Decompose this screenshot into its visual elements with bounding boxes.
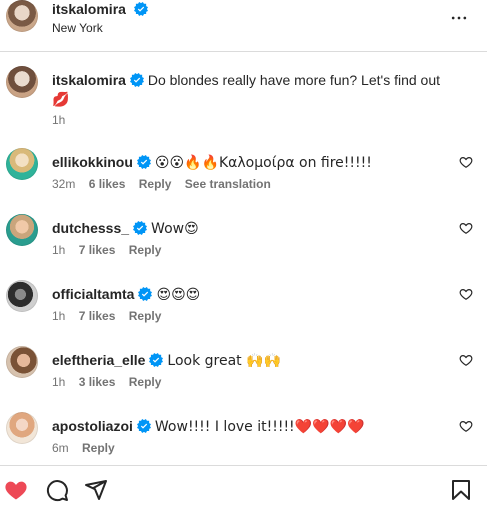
comment-text: Wow!!!! I love it!!!!!❤️❤️❤️❤️ [154, 419, 365, 435]
author-username[interactable]: itskalomira [52, 1, 148, 17]
post-action-bar [0, 465, 487, 509]
more-horizontal-icon[interactable] [449, 8, 469, 28]
paper-plane-icon[interactable] [84, 478, 108, 502]
comment-likes[interactable]: 3 likes [79, 375, 116, 389]
comment-text-block: officialtamta 😍😍😍 [52, 285, 442, 304]
post-header: itskalomira New York [0, 0, 487, 52]
like-comment-heart-icon[interactable] [459, 155, 473, 169]
comment-time[interactable]: 6m [52, 441, 69, 455]
comment-text-block: apostoliazoi Wow!!!! I love it!!!!!❤️❤️❤️… [52, 417, 442, 436]
verified-badge-icon [129, 73, 144, 87]
reply-button[interactable]: Reply [139, 177, 172, 191]
comment-text: Look great 🙌🙌 [167, 353, 281, 369]
commenter-avatar[interactable] [6, 214, 38, 246]
comment-time[interactable]: 1h [52, 243, 65, 257]
comment-item: eleftheria_elle Look great 🙌🙌 1h 3 likes … [0, 344, 487, 410]
commenter-username[interactable]: officialtamta [52, 286, 134, 302]
verified-badge-icon [133, 221, 148, 235]
post-location[interactable]: New York [52, 21, 103, 35]
comment-meta: 32m 6 likes Reply See translation [52, 177, 281, 191]
commenter-username[interactable]: apostoliazoi [52, 418, 133, 434]
verified-badge-icon [136, 419, 151, 433]
comment-item: ellikokkinou 😮😮🔥🔥Καλομοίρα on fire!!!!! 3… [0, 146, 487, 212]
reply-button[interactable]: Reply [129, 243, 162, 257]
verified-badge-icon [138, 287, 153, 301]
comment-text: 😮😮🔥🔥Καλομοίρα on fire!!!!! [154, 155, 372, 171]
comment-meta: 1h 3 likes Reply [52, 375, 171, 389]
comment-text: Wow😍 [151, 221, 199, 237]
verified-badge-icon [136, 155, 151, 169]
comment-text: 😍😍😍 [156, 287, 201, 303]
verified-badge-icon [149, 353, 164, 367]
commenter-avatar[interactable] [6, 280, 38, 312]
comment-time[interactable]: 32m [52, 177, 75, 191]
caption-time[interactable]: 1h [52, 113, 65, 127]
caption-username[interactable]: itskalomira [52, 72, 126, 88]
commenter-username[interactable]: dutchesss_ [52, 220, 129, 236]
commenter-username[interactable]: ellikokkinou [52, 154, 133, 170]
caption-text-block: itskalomira Do blondes really have more … [52, 71, 452, 110]
comment-meta: 1h 7 likes Reply [52, 243, 171, 257]
comment-item: officialtamta 😍😍😍 1h 7 likes Reply [0, 278, 487, 344]
comment-time[interactable]: 1h [52, 375, 65, 389]
caption-text: Do blondes really have more fun? Let's f… [147, 72, 441, 88]
comment-icon[interactable] [45, 478, 69, 502]
comment-item: dutchesss_ Wow😍 1h 7 likes Reply [0, 212, 487, 278]
caption-emoji: 💋 [52, 92, 70, 108]
heart-filled-icon[interactable] [4, 478, 28, 502]
like-comment-heart-icon[interactable] [459, 221, 473, 235]
author-avatar[interactable] [6, 0, 38, 32]
bookmark-icon[interactable] [449, 478, 473, 502]
comment-text-block: eleftheria_elle Look great 🙌🙌 [52, 351, 442, 370]
caption-avatar[interactable] [6, 66, 38, 98]
like-comment-heart-icon[interactable] [459, 287, 473, 301]
comment-likes[interactable]: 7 likes [79, 243, 116, 257]
comment-text-block: dutchesss_ Wow😍 [52, 219, 442, 238]
comment-meta: 1h 7 likes Reply [52, 309, 171, 323]
like-comment-heart-icon[interactable] [459, 353, 473, 367]
verified-badge-icon [133, 2, 148, 16]
reply-button[interactable]: Reply [129, 375, 162, 389]
comment-meta: 6m Reply [52, 441, 125, 455]
comment-likes[interactable]: 6 likes [89, 177, 126, 191]
comment-likes[interactable]: 7 likes [79, 309, 116, 323]
author-username-text[interactable]: itskalomira [52, 1, 126, 17]
like-comment-heart-icon[interactable] [459, 419, 473, 433]
comment-time[interactable]: 1h [52, 309, 65, 323]
commenter-avatar[interactable] [6, 412, 38, 444]
commenter-avatar[interactable] [6, 148, 38, 180]
comment-text-block: ellikokkinou 😮😮🔥🔥Καλομοίρα on fire!!!!! [52, 153, 442, 172]
reply-button[interactable]: Reply [82, 441, 115, 455]
reply-button[interactable]: Reply [129, 309, 162, 323]
see-translation-button[interactable]: See translation [185, 177, 271, 191]
post-caption: itskalomira Do blondes really have more … [0, 52, 487, 136]
commenter-avatar[interactable] [6, 346, 38, 378]
commenter-username[interactable]: eleftheria_elle [52, 352, 145, 368]
